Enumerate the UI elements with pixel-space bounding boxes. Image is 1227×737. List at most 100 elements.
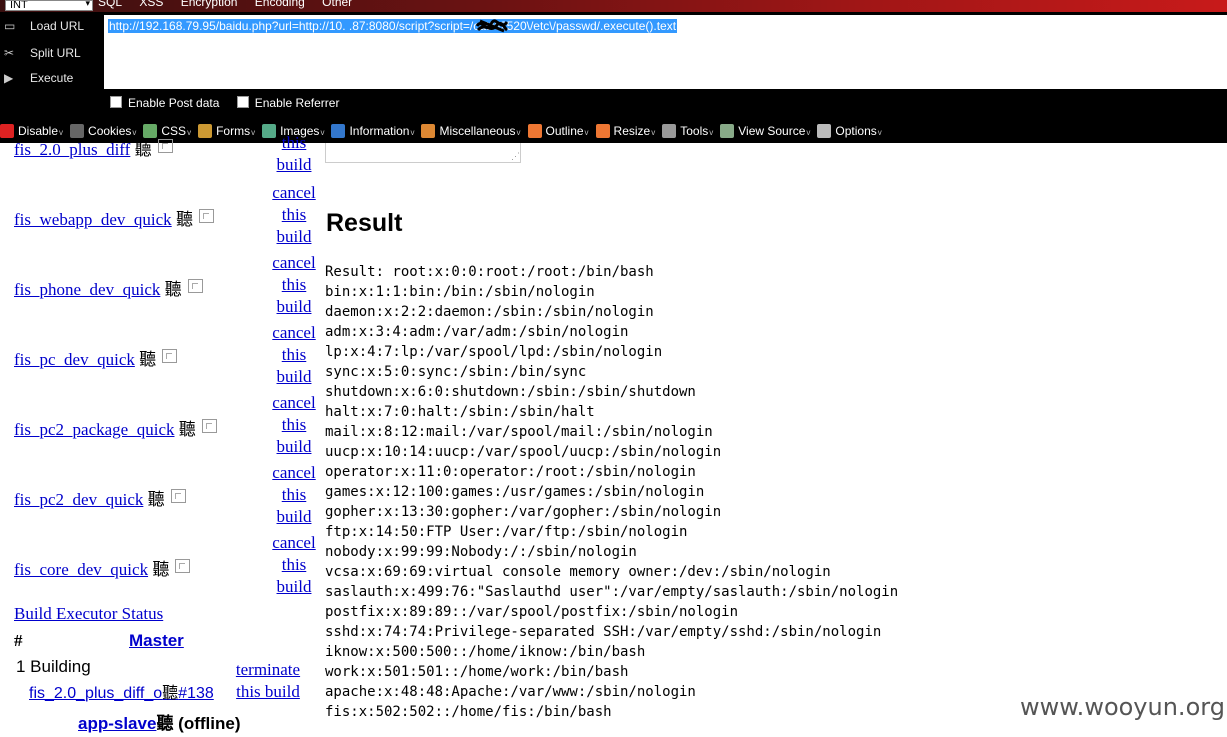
result-line: lp:x:4:7:lp:/var/spool/lpd:/sbin/nologin bbox=[325, 344, 663, 360]
load-url-label: Load URL bbox=[30, 19, 85, 33]
script-textarea[interactable] bbox=[325, 143, 521, 163]
execute-button[interactable]: ▶ Execute bbox=[4, 71, 73, 85]
result-line: vcsa:x:69:69:virtual console memory owne… bbox=[325, 564, 831, 580]
cancel-line-2[interactable]: this bbox=[268, 554, 320, 576]
cancel-line-2[interactable]: this bbox=[268, 344, 320, 366]
job-row: fis_webapp_dev_quick 聽 bbox=[14, 205, 214, 230]
enable-post-data-checkbox[interactable] bbox=[110, 96, 122, 108]
master-link[interactable]: Master bbox=[129, 631, 184, 651]
cancel-line-3[interactable]: build bbox=[268, 436, 320, 458]
running-build-job: fis_2.0_plus_diff_o bbox=[29, 685, 163, 702]
cancel-line-2[interactable]: this bbox=[268, 414, 320, 436]
menu-encryption[interactable]: Encryption bbox=[181, 0, 238, 9]
result-line: halt:x:7:0:halt:/sbin:/sbin/halt bbox=[325, 404, 595, 420]
information-icon bbox=[331, 124, 346, 138]
toolbar-information[interactable]: Informationv bbox=[331, 120, 414, 144]
cancel-line-3[interactable]: build bbox=[268, 226, 320, 248]
cancel-line-1[interactable]: cancel bbox=[268, 322, 320, 344]
cancel-line-2[interactable]: this bbox=[268, 484, 320, 506]
job-link[interactable]: fis_2.0_plus_diff bbox=[14, 140, 130, 159]
chevron-down-icon: ▾ bbox=[85, 0, 90, 8]
cancel-build-link[interactable]: cancel this build bbox=[268, 252, 320, 318]
job-row: fis_pc_dev_quick 聽 bbox=[14, 345, 178, 370]
cancel-line-3[interactable]: build bbox=[268, 576, 320, 598]
popup-icon[interactable] bbox=[157, 139, 173, 153]
popup-icon[interactable] bbox=[175, 559, 191, 573]
toolbar-outline[interactable]: Outlinev bbox=[527, 120, 589, 144]
menu-other[interactable]: Other bbox=[322, 0, 352, 9]
cancel-line-1[interactable]: cancel bbox=[268, 532, 320, 554]
running-build-link[interactable]: fis_2.0_plus_diff_o聽#138 bbox=[29, 679, 214, 703]
toolbar-resize[interactable]: Resizev bbox=[595, 120, 655, 144]
cancel-line-2[interactable]: this bbox=[268, 274, 320, 296]
chevron-down-icon: v bbox=[251, 128, 256, 137]
cancel-line-3[interactable]: build bbox=[268, 296, 320, 318]
url-textarea[interactable]: http://192.168.79.95/baidu.php?url=http:… bbox=[104, 15, 1227, 89]
build-executor-status-link[interactable]: Build Executor Status bbox=[14, 604, 163, 624]
type-select[interactable]: INT ▾ bbox=[5, 0, 93, 11]
cancel-line-1[interactable]: cancel bbox=[268, 392, 320, 414]
enable-referrer-option[interactable]: Enable Referrer bbox=[236, 96, 339, 110]
cancel-build-link[interactable]: cancel this build bbox=[268, 322, 320, 388]
toolbar-options[interactable]: Optionsv bbox=[817, 120, 882, 144]
job-suffix: 聽 bbox=[134, 140, 152, 159]
scissors-icon: ✂ bbox=[4, 46, 15, 60]
split-url-label: Split URL bbox=[30, 46, 81, 60]
cancel-build-link[interactable]: this build bbox=[268, 132, 320, 176]
cancel-line-1[interactable]: cancel bbox=[268, 182, 320, 204]
terminate-line-2[interactable]: this build bbox=[228, 681, 308, 703]
cancel-line-3[interactable]: build bbox=[268, 506, 320, 528]
cancel-build-link[interactable]: cancel this build bbox=[268, 462, 320, 528]
cancel-line-2[interactable]: this bbox=[268, 204, 320, 226]
menu-xss[interactable]: XSS bbox=[139, 0, 163, 9]
result-line: operator:x:11:0:operator:/root:/sbin/nol… bbox=[325, 464, 696, 480]
popup-icon[interactable] bbox=[170, 489, 186, 503]
result-line: ftp:x:14:50:FTP User:/var/ftp:/sbin/nolo… bbox=[325, 524, 688, 540]
cancel-line-3[interactable]: build bbox=[268, 154, 320, 176]
popup-icon[interactable] bbox=[162, 349, 178, 363]
toolbar-tools[interactable]: Toolsv bbox=[662, 120, 713, 144]
popup-icon[interactable] bbox=[198, 209, 214, 223]
chevron-down-icon: v bbox=[709, 128, 714, 137]
menu-sql[interactable]: SQL bbox=[98, 0, 122, 9]
popup-icon[interactable] bbox=[187, 279, 203, 293]
cancel-line-1[interactable]: cancel bbox=[268, 252, 320, 274]
toolbar-label: Resize bbox=[613, 124, 651, 138]
job-row: fis_pc2_dev_quick 聽 bbox=[14, 485, 186, 510]
toolbar-miscellaneous[interactable]: Miscellaneousv bbox=[421, 120, 521, 144]
slave-suffix: 聽 bbox=[156, 714, 174, 733]
job-link[interactable]: fis_pc_dev_quick bbox=[14, 350, 135, 369]
cancel-build-link[interactable]: cancel this build bbox=[268, 532, 320, 598]
menu-encoding[interactable]: Encoding bbox=[255, 0, 305, 9]
job-row: fis_2.0_plus_diff 聽 bbox=[14, 135, 173, 160]
enable-referrer-checkbox[interactable] bbox=[236, 96, 249, 108]
disable-icon bbox=[0, 124, 14, 138]
load-url-button[interactable]: ▭ Load URL bbox=[4, 19, 84, 33]
job-link[interactable]: fis_phone_dev_quick bbox=[14, 280, 160, 299]
cancel-line-1[interactable]: cancel bbox=[268, 462, 320, 484]
cancel-line-3[interactable]: build bbox=[268, 366, 320, 388]
result-line: sync:x:5:0:sync:/sbin:/bin/sync bbox=[325, 364, 587, 380]
chevron-down-icon: v bbox=[410, 128, 415, 137]
job-row: fis_pc2_package_quick 聽 bbox=[14, 415, 217, 440]
slave-link[interactable]: app-slave bbox=[78, 714, 156, 733]
running-build-number: #138 bbox=[178, 685, 214, 702]
job-link[interactable]: fis_pc2_package_quick bbox=[14, 420, 175, 439]
terminate-build-link[interactable]: terminate this build bbox=[228, 659, 308, 703]
split-url-button[interactable]: ✂ Split URL bbox=[4, 46, 81, 60]
result-line: iknow:x:500:500::/home/iknow:/bin/bash bbox=[325, 644, 646, 660]
job-link[interactable]: fis_pc2_dev_quick bbox=[14, 490, 143, 509]
cancel-build-link[interactable]: cancel this build bbox=[268, 392, 320, 458]
cancel-build-link[interactable]: cancel this build bbox=[268, 182, 320, 248]
job-link[interactable]: fis_core_dev_quick bbox=[14, 560, 148, 579]
toolbar-view-source[interactable]: View Sourcev bbox=[720, 120, 810, 144]
toolbar-forms[interactable]: Formsv bbox=[198, 120, 255, 144]
popup-icon[interactable] bbox=[201, 419, 217, 433]
terminate-line-1[interactable]: terminate bbox=[228, 659, 308, 681]
result-line: adm:x:3:4:adm:/var/adm:/sbin/nologin bbox=[325, 324, 629, 340]
toolbar-label: Miscellaneous bbox=[439, 124, 516, 138]
cancel-line-2[interactable]: this bbox=[268, 132, 320, 154]
enable-post-data-option[interactable]: Enable Post data bbox=[110, 96, 219, 110]
job-link[interactable]: fis_webapp_dev_quick bbox=[14, 210, 172, 229]
hackbar-toolbar: INT ▾ SQL XSS Encryption Encoding Other … bbox=[0, 0, 1227, 143]
